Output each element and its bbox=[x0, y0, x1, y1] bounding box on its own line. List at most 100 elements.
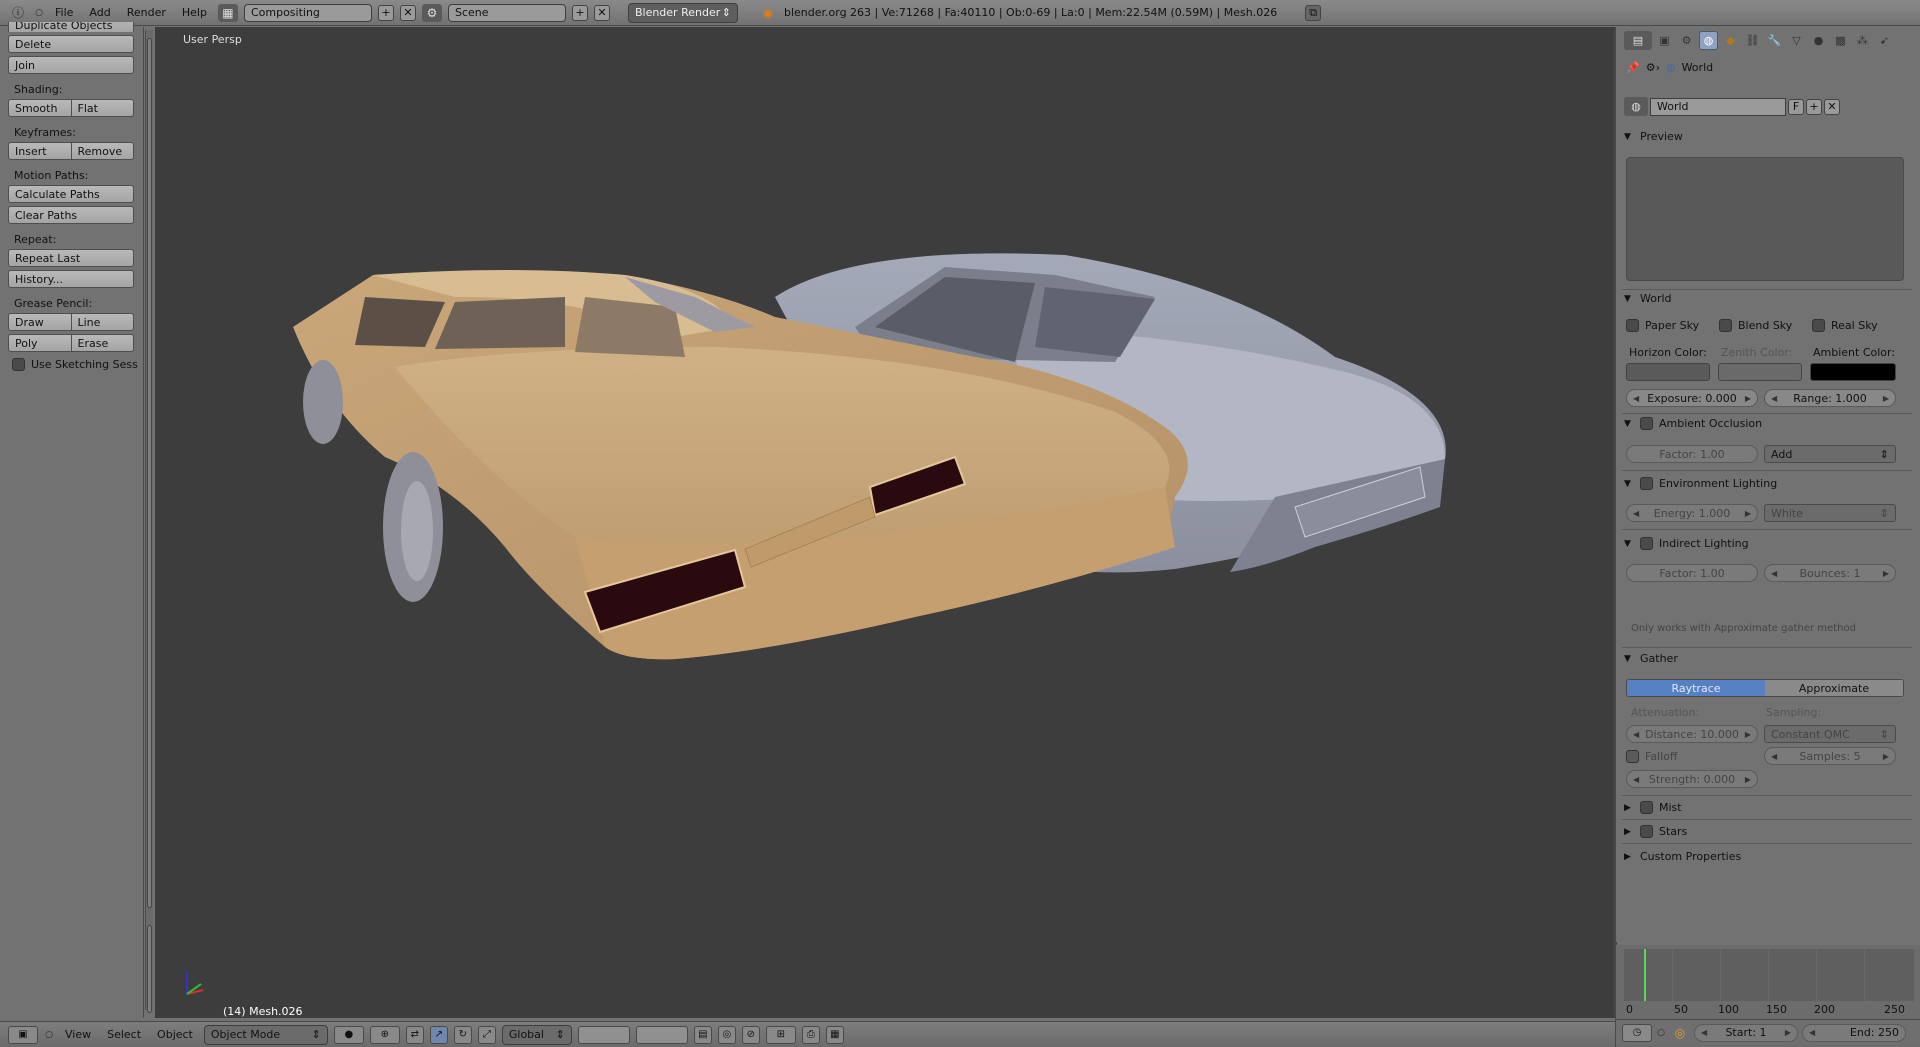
pivot-point-icon[interactable]: ⊕ bbox=[369, 1025, 400, 1044]
decrement-icon[interactable]: ◀ bbox=[1633, 775, 1639, 784]
mist-checkbox[interactable] bbox=[1640, 801, 1653, 814]
pin-icon[interactable]: 📌 bbox=[1626, 61, 1640, 74]
ambient-occlusion-header[interactable]: ▼ Ambient Occlusion bbox=[1624, 417, 1762, 430]
decrement-icon[interactable]: ◀ bbox=[1771, 394, 1777, 403]
current-frame-marker[interactable] bbox=[1644, 949, 1646, 1001]
checkbox-box[interactable] bbox=[1719, 319, 1732, 332]
insert-keyframe-button[interactable]: Insert bbox=[8, 142, 72, 160]
object-tab-icon[interactable]: ◆ bbox=[1721, 31, 1740, 50]
increment-icon[interactable]: ▶ bbox=[1883, 569, 1889, 578]
fullscreen-icon[interactable]: ⧉ bbox=[1305, 4, 1322, 21]
ao-blend-select[interactable]: Add ⇕ bbox=[1764, 445, 1896, 463]
physics-tab-icon[interactable]: ➹ bbox=[1875, 31, 1894, 50]
world-panel-header[interactable]: ▼ World bbox=[1624, 292, 1672, 305]
snap-toggle-icon[interactable]: ⊘ bbox=[741, 1025, 760, 1044]
particles-tab-icon[interactable]: ⁂ bbox=[1853, 31, 1872, 50]
custom-properties-header[interactable]: ▶ Custom Properties bbox=[1624, 850, 1741, 863]
clear-paths-button[interactable]: Clear Paths bbox=[8, 206, 134, 224]
increment-icon[interactable]: ▶ bbox=[1745, 730, 1751, 739]
checkbox-box[interactable] bbox=[12, 358, 25, 371]
decrement-icon[interactable]: ◀ bbox=[1701, 1028, 1707, 1037]
poly-button[interactable]: Poly bbox=[8, 334, 72, 352]
end-frame-field[interactable]: ◀ End: 250 bbox=[1802, 1023, 1906, 1042]
start-frame-field[interactable]: ◀ Start: 1 ▶ bbox=[1694, 1023, 1798, 1042]
record-keyframe-icon[interactable]: ◎ bbox=[1670, 1024, 1690, 1042]
erase-button[interactable]: Erase bbox=[71, 334, 134, 352]
repeat-last-button[interactable]: Repeat Last bbox=[8, 249, 134, 267]
increment-icon[interactable]: ▶ bbox=[1883, 752, 1889, 761]
scene-layers-1-icon[interactable] bbox=[577, 1025, 630, 1044]
approximate-button[interactable]: Approximate bbox=[1765, 680, 1903, 696]
render-engine-select[interactable]: Blender Render ⇕ bbox=[627, 2, 738, 23]
decrement-icon[interactable]: ◀ bbox=[1633, 730, 1639, 739]
render-opengl-icon[interactable]: ⎙ bbox=[801, 1025, 820, 1044]
delete-button[interactable]: Delete bbox=[8, 35, 134, 53]
constraints-tab-icon[interactable]: ⛓ bbox=[1743, 31, 1762, 50]
menu-select[interactable]: Select bbox=[102, 1028, 146, 1041]
ambient-occlusion-checkbox[interactable] bbox=[1640, 417, 1653, 430]
material-tab-icon[interactable]: ● bbox=[1809, 31, 1828, 50]
gather-panel-header[interactable]: ▼ Gather bbox=[1624, 652, 1678, 665]
remove-layout-button[interactable]: ✕ bbox=[399, 4, 416, 21]
samples-field[interactable]: ◀ Samples: 5 ▶ bbox=[1764, 747, 1896, 765]
menu-render[interactable]: Render bbox=[122, 6, 171, 19]
scene-icon[interactable]: ⚙ bbox=[421, 3, 442, 22]
tool-shelf-scrollbar[interactable] bbox=[145, 30, 153, 1013]
indirect-lighting-checkbox[interactable] bbox=[1640, 537, 1653, 550]
menu-file[interactable]: File bbox=[50, 6, 78, 19]
remove-scene-button[interactable]: ✕ bbox=[593, 4, 610, 21]
draw-button[interactable]: Draw bbox=[8, 313, 72, 331]
screen-layout-field[interactable]: Compositing bbox=[243, 3, 372, 22]
editor-type-info-icon[interactable]: ⓘ bbox=[8, 4, 28, 22]
editor-type-properties-icon[interactable]: ▤ bbox=[1624, 30, 1652, 50]
timeline-area[interactable] bbox=[1624, 949, 1914, 1001]
distance-field[interactable]: ◀ Distance: 10.000 ▶ bbox=[1626, 725, 1758, 743]
screen-layout-icon[interactable]: ▦ bbox=[217, 3, 238, 22]
scrollbar-thumb[interactable] bbox=[147, 38, 152, 908]
menu-help[interactable]: Help bbox=[177, 6, 212, 19]
falloff-checkbox[interactable]: Falloff bbox=[1626, 750, 1677, 763]
checkbox-box[interactable] bbox=[1626, 319, 1639, 332]
menu-add[interactable]: Add bbox=[84, 6, 115, 19]
checkbox-box[interactable] bbox=[1626, 750, 1639, 763]
render-animation-icon[interactable]: ▦ bbox=[825, 1025, 844, 1044]
editor-type-3d-icon[interactable]: ▣ bbox=[8, 1025, 38, 1044]
paper-sky-checkbox[interactable]: Paper Sky bbox=[1626, 319, 1699, 332]
scrollbar-thumb-lower[interactable] bbox=[147, 925, 152, 1013]
increment-icon[interactable]: ▶ bbox=[1745, 775, 1751, 784]
smooth-button[interactable]: Smooth bbox=[8, 99, 72, 117]
editor-type-timeline-icon[interactable]: ◷ bbox=[1622, 1023, 1652, 1042]
flat-button[interactable]: Flat bbox=[71, 99, 134, 117]
increment-icon[interactable]: ▶ bbox=[1745, 509, 1751, 518]
object-mode-select[interactable]: Object Mode ⇕ bbox=[203, 1024, 328, 1045]
increment-icon[interactable]: ▶ bbox=[1883, 394, 1889, 403]
manipulator-toggle-icon[interactable]: ⇄ bbox=[405, 1025, 424, 1044]
range-field[interactable]: ◀ Range: 1.000 ▶ bbox=[1764, 389, 1896, 407]
scene-field[interactable]: Scene bbox=[447, 3, 566, 22]
menu-view[interactable]: View bbox=[60, 1028, 96, 1041]
real-sky-checkbox[interactable]: Real Sky bbox=[1812, 319, 1878, 332]
horizon-color-swatch[interactable] bbox=[1626, 363, 1710, 381]
checkbox-box[interactable] bbox=[1812, 319, 1825, 332]
line-button[interactable]: Line bbox=[71, 313, 134, 331]
calculate-paths-button[interactable]: Calculate Paths bbox=[8, 185, 134, 203]
transform-orientation-select[interactable]: Global ⇕ bbox=[501, 1024, 572, 1045]
new-world-button[interactable]: + bbox=[1806, 98, 1822, 115]
stars-checkbox[interactable] bbox=[1640, 825, 1653, 838]
environment-lighting-checkbox[interactable] bbox=[1640, 477, 1653, 490]
render-tab-icon[interactable]: ▣ bbox=[1655, 31, 1674, 50]
scale-manipulator-icon[interactable]: ⤢ bbox=[477, 1025, 496, 1044]
collapse-menu-icon[interactable]: ○ bbox=[1656, 1024, 1666, 1042]
stars-panel-header[interactable]: ▶ Stars bbox=[1624, 825, 1687, 838]
menu-object[interactable]: Object bbox=[152, 1028, 198, 1041]
world-name-field[interactable]: World bbox=[1650, 97, 1786, 116]
strength-field[interactable]: ◀ Strength: 0.000 ▶ bbox=[1626, 770, 1758, 788]
rotate-manipulator-icon[interactable]: ↻ bbox=[453, 1025, 472, 1044]
viewport-shading-icon[interactable]: ● bbox=[333, 1025, 364, 1044]
use-sketching-session-checkbox[interactable]: Use Sketching Sessio bbox=[12, 358, 138, 371]
add-scene-button[interactable]: + bbox=[571, 4, 588, 21]
add-layout-button[interactable]: + bbox=[377, 4, 394, 21]
preview-panel-header[interactable]: ▼ Preview bbox=[1624, 130, 1683, 143]
unlink-world-button[interactable]: ✕ bbox=[1824, 98, 1840, 115]
modifiers-tab-icon[interactable]: 🔧 bbox=[1765, 31, 1784, 50]
